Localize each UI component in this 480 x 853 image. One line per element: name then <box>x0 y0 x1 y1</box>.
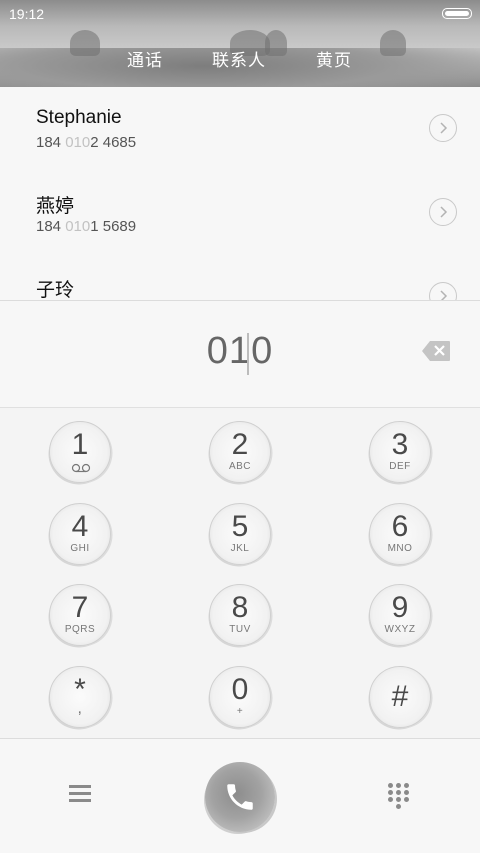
backspace-icon[interactable] <box>421 340 451 362</box>
key-hash[interactable]: # <box>369 666 431 728</box>
key-9[interactable]: 9 WXYZ <box>369 584 431 646</box>
key-digit: 3 <box>391 428 409 461</box>
tab-calls[interactable]: 通话 <box>127 46 163 71</box>
keypad: 1 2 ABC 3 DEF 4 GHI 5 JKL 6 MNO 7 PQRS 8… <box>0 408 480 738</box>
key-0[interactable]: 0 + <box>209 666 271 728</box>
status-time: 19:12 <box>9 6 45 22</box>
key-7[interactable]: 7 PQRS <box>49 584 111 646</box>
key-digit: 0 <box>231 673 249 706</box>
key-letters: DEF <box>389 461 411 472</box>
tab-contacts[interactable]: 联系人 <box>212 46 266 71</box>
key-digit: 1 <box>71 428 89 461</box>
key-digit: # <box>391 680 409 713</box>
suggestion-list: Stephanie 184 0102 4685 燕婷 184 0101 5689… <box>0 87 480 301</box>
contact-suggestion[interactable]: 子玲 <box>0 255 480 301</box>
key-3[interactable]: 3 DEF <box>369 421 431 483</box>
key-letters: MNO <box>387 543 413 554</box>
contact-name: 子玲 <box>36 280 75 301</box>
key-letters: ABC <box>228 461 252 472</box>
key-digit: 9 <box>391 591 409 624</box>
key-letters: GHI <box>70 543 90 554</box>
key-digit: 6 <box>391 510 409 543</box>
header: 19:12 通话 联系人 黄页 <box>0 0 480 87</box>
contact-name: Stephanie <box>36 107 122 128</box>
key-1[interactable]: 1 <box>49 421 111 483</box>
dialpad-icon[interactable] <box>388 783 412 809</box>
key-2[interactable]: 2 ABC <box>209 421 271 483</box>
contact-suggestion[interactable]: Stephanie 184 0102 4685 <box>0 87 480 171</box>
key-star[interactable]: * , <box>49 666 111 728</box>
key-letters: TUV <box>229 624 251 635</box>
key-digit: 8 <box>231 591 249 624</box>
battery-icon <box>442 8 472 19</box>
number-display: 010 <box>0 300 480 408</box>
key-letters: + <box>236 706 244 717</box>
key-letters: JKL <box>230 543 250 554</box>
contact-number: 184 0102 4685 <box>36 134 136 151</box>
key-digit: 4 <box>71 510 89 543</box>
key-digit: 7 <box>71 591 89 624</box>
contact-suggestion[interactable]: 燕婷 184 0101 5689 <box>0 171 480 255</box>
number-prefix: 184 <box>36 134 66 151</box>
tab-yellow-pages[interactable]: 黄页 <box>316 46 352 71</box>
key-digit: 2 <box>231 428 249 461</box>
contact-number: 184 0101 5689 <box>36 218 136 235</box>
bottom-bar <box>0 738 480 853</box>
key-digit: 5 <box>231 510 249 543</box>
phone-icon <box>227 784 253 810</box>
key-letters: PQRS <box>64 624 96 635</box>
chevron-right-icon[interactable] <box>429 198 457 226</box>
call-button[interactable] <box>205 762 275 832</box>
key-5[interactable]: 5 JKL <box>209 503 271 565</box>
dialed-number[interactable]: 010 <box>0 330 480 373</box>
number-suffix: 1 5689 <box>90 218 137 235</box>
voicemail-icon <box>71 463 91 473</box>
menu-icon[interactable] <box>69 785 91 803</box>
key-6[interactable]: 6 MNO <box>369 503 431 565</box>
key-letters: , <box>77 700 83 717</box>
number-match: 010 <box>65 134 91 151</box>
key-8[interactable]: 8 TUV <box>209 584 271 646</box>
contact-name: 燕婷 <box>36 196 75 217</box>
number-prefix: 184 <box>36 218 66 235</box>
chevron-right-icon[interactable] <box>429 114 457 142</box>
text-cursor <box>247 333 249 375</box>
number-suffix: 2 4685 <box>90 134 137 151</box>
key-4[interactable]: 4 GHI <box>49 503 111 565</box>
chevron-right-icon[interactable] <box>429 282 457 301</box>
key-letters: WXYZ <box>384 624 416 635</box>
tab-bar: 通话 联系人 黄页 <box>0 46 480 70</box>
number-match: 010 <box>65 218 91 235</box>
